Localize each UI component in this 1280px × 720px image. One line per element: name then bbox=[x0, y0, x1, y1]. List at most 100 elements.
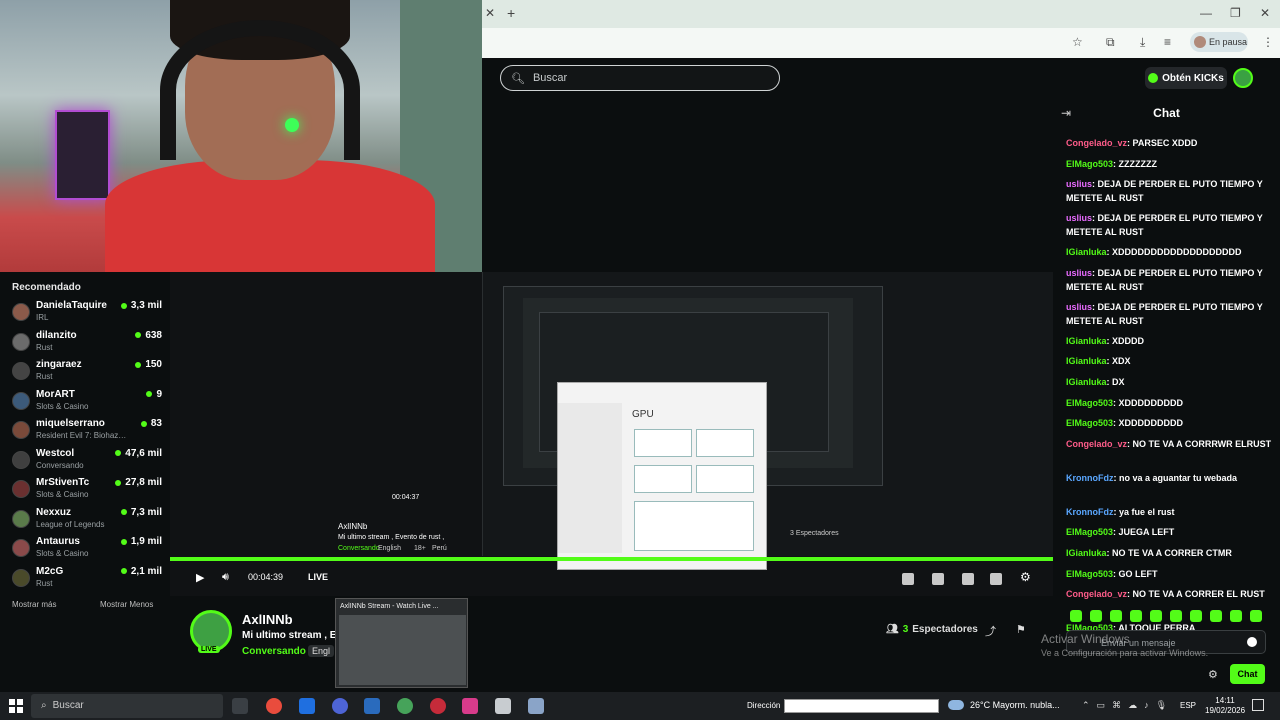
volume-icon[interactable]: 🔊︎ bbox=[222, 571, 229, 584]
battery-icon[interactable]: ▭ bbox=[1097, 700, 1106, 711]
menu-dots-icon[interactable]: ⋮ bbox=[1262, 35, 1274, 49]
sidebar-item-westcol[interactable]: Westcol Conversando 47,6 mil bbox=[12, 448, 162, 476]
chat-username[interactable]: IGianluka bbox=[1066, 247, 1107, 257]
sidebar-item-dilanzito[interactable]: dilanzito Rust 638 bbox=[12, 330, 162, 358]
chat-username[interactable]: Congelado_vz bbox=[1066, 439, 1127, 449]
sidebar-item-viewers: 3,3 mil bbox=[120, 300, 162, 311]
emote-icon[interactable] bbox=[1090, 610, 1102, 622]
fullscreen-icon[interactable] bbox=[990, 573, 1002, 585]
clip-icon[interactable] bbox=[932, 573, 944, 585]
profile-paused-pill[interactable]: En pausa bbox=[1190, 32, 1248, 52]
address-toolbar-input[interactable] bbox=[784, 699, 939, 713]
report-icon[interactable]: ⚑ bbox=[1016, 623, 1026, 636]
chrome-active-icon[interactable] bbox=[397, 698, 413, 714]
chat-username[interactable]: uslius bbox=[1066, 268, 1092, 278]
emoji-picker-icon[interactable] bbox=[1247, 637, 1257, 647]
chat-username[interactable]: Congelado_vz bbox=[1066, 589, 1127, 599]
emote-icon[interactable] bbox=[1230, 610, 1242, 622]
download-icon[interactable]: ⤓ bbox=[1140, 35, 1145, 50]
network-icon[interactable]: ⌘ bbox=[1112, 700, 1121, 711]
sidebar-item-nexxuz[interactable]: Nexxuz League of Legends 7,3 mil bbox=[12, 507, 162, 535]
sidebar-item-m2cg[interactable]: M2cG Rust 2,1 mil bbox=[12, 566, 162, 594]
chat-username[interactable]: ElMago503 bbox=[1066, 398, 1113, 408]
sidebar-item-mrstiventc[interactable]: MrStivenTc Slots & Casino 27,8 mil bbox=[12, 477, 162, 505]
gpu-graph bbox=[696, 429, 754, 457]
sidebar-item-morart[interactable]: MorART Slots & Casino 9 bbox=[12, 389, 162, 417]
language-tag[interactable]: Engl bbox=[308, 645, 335, 657]
emote-icon[interactable] bbox=[1250, 610, 1262, 622]
taskbar-search[interactable]: ⌕ Buscar bbox=[31, 694, 223, 718]
chat-username[interactable]: uslius bbox=[1066, 302, 1092, 312]
show-less-link[interactable]: Mostrar Menos bbox=[100, 600, 153, 609]
new-tab-icon[interactable]: + bbox=[507, 5, 515, 21]
task-view-icon[interactable] bbox=[232, 698, 248, 714]
user-avatar[interactable] bbox=[1233, 68, 1253, 88]
channel-name[interactable]: AxlINNb bbox=[242, 612, 293, 627]
chat-username[interactable]: IGianluka bbox=[1066, 356, 1107, 366]
window-close-icon[interactable]: ✕ bbox=[1260, 6, 1270, 20]
app-icon[interactable] bbox=[528, 698, 544, 714]
stream-category[interactable]: Conversando bbox=[242, 646, 306, 657]
media-icon[interactable]: ≡ bbox=[1164, 35, 1171, 49]
theater-icon[interactable] bbox=[902, 573, 914, 585]
steam-icon[interactable] bbox=[364, 698, 380, 714]
close-tab-icon[interactable]: ✕ bbox=[485, 6, 495, 20]
app-icon[interactable] bbox=[462, 698, 478, 714]
input-language[interactable]: ESP bbox=[1180, 701, 1196, 710]
chat-username[interactable]: uslius bbox=[1066, 179, 1092, 189]
weather-widget[interactable]: 26°C Mayorm. nubla... bbox=[948, 700, 1060, 710]
tray-arrow-icon[interactable]: ⌃ bbox=[1082, 700, 1090, 711]
chat-username[interactable]: IGianluka bbox=[1066, 336, 1107, 346]
video-progress-bar[interactable] bbox=[170, 557, 1053, 561]
chat-settings-icon[interactable]: ⚙ bbox=[1208, 668, 1218, 681]
taskbar-clock[interactable]: 14:11 19/02/2026 bbox=[1205, 696, 1245, 716]
minimize-icon[interactable]: — bbox=[1200, 6, 1212, 20]
settings-icon[interactable]: ⚙ bbox=[1020, 570, 1031, 584]
bookmark-star-icon[interactable]: ☆ bbox=[1072, 35, 1083, 49]
chat-username[interactable]: IGianluka bbox=[1066, 377, 1107, 387]
video-player[interactable]: GPU AxlINNb Mi ultimo stream , Evento de… bbox=[170, 272, 1053, 596]
obs-icon[interactable] bbox=[430, 698, 446, 714]
emote-icon[interactable] bbox=[1190, 610, 1202, 622]
sidebar-item-antaurus[interactable]: Antaurus Slots & Casino 1,9 mil bbox=[12, 536, 162, 564]
messenger-icon[interactable] bbox=[332, 698, 348, 714]
app-icon[interactable] bbox=[299, 698, 315, 714]
extensions-icon[interactable]: ⧉ bbox=[1106, 35, 1115, 50]
emote-icon[interactable] bbox=[1070, 610, 1082, 622]
chat-username[interactable]: ElMago503 bbox=[1066, 418, 1113, 428]
emote-icon[interactable] bbox=[1210, 610, 1222, 622]
app-icon[interactable] bbox=[495, 698, 511, 714]
chat-username[interactable]: ElMago503 bbox=[1066, 159, 1113, 169]
speaker-icon[interactable]: ♪ bbox=[1144, 700, 1149, 711]
sidebar-item-zingaraez[interactable]: zingaraez Rust 150 bbox=[12, 359, 162, 387]
share-icon[interactable]: ⤴ bbox=[985, 623, 996, 639]
chat-username[interactable]: KronnoFdz bbox=[1066, 507, 1114, 517]
show-more-link[interactable]: Mostrar más bbox=[12, 600, 56, 609]
sidebar-item-danielataquire[interactable]: DanielaTaquire IRL 3,3 mil bbox=[12, 300, 162, 328]
maximize-icon[interactable]: ❐ bbox=[1230, 6, 1241, 20]
chat-username[interactable]: ElMago503 bbox=[1066, 527, 1113, 537]
chat-username[interactable]: IGianluka bbox=[1066, 548, 1107, 558]
chat-username[interactable]: Congelado_vz bbox=[1066, 138, 1127, 148]
chat-username[interactable]: KronnoFdz bbox=[1066, 473, 1114, 483]
chat-username[interactable]: uslius bbox=[1066, 213, 1092, 223]
windows-start-icon[interactable] bbox=[9, 699, 23, 713]
search-input[interactable]: 🔍︎ Buscar bbox=[500, 65, 780, 91]
emote-icon[interactable] bbox=[1130, 610, 1142, 622]
sidebar-item-miquelserrano[interactable]: miquelserrano Resident Evil 7: Biohaz… 83 bbox=[12, 418, 162, 446]
sidebar-item-name: Antaurus bbox=[36, 536, 80, 547]
play-icon[interactable]: ▶ bbox=[196, 571, 204, 584]
chat-send-button[interactable]: Chat bbox=[1230, 664, 1265, 684]
cloud-tray-icon[interactable]: ☁ bbox=[1128, 700, 1137, 711]
emote-icon[interactable] bbox=[1150, 610, 1162, 622]
chrome-icon[interactable] bbox=[266, 698, 282, 714]
taskbar-preview-tooltip[interactable]: AxlINNb Stream - Watch Live ... bbox=[335, 598, 468, 688]
notifications-icon[interactable] bbox=[1252, 699, 1264, 711]
chat-username[interactable]: ElMago503 bbox=[1066, 569, 1113, 579]
pip-icon[interactable] bbox=[962, 573, 974, 585]
emote-icon[interactable] bbox=[1170, 610, 1182, 622]
get-kicks-button[interactable]: Obtén KICKs bbox=[1145, 67, 1227, 89]
emote-icon[interactable] bbox=[1110, 610, 1122, 622]
mic-icon[interactable]: 🎙︎ bbox=[1156, 700, 1167, 711]
live-indicator[interactable]: LIVE bbox=[308, 572, 328, 582]
